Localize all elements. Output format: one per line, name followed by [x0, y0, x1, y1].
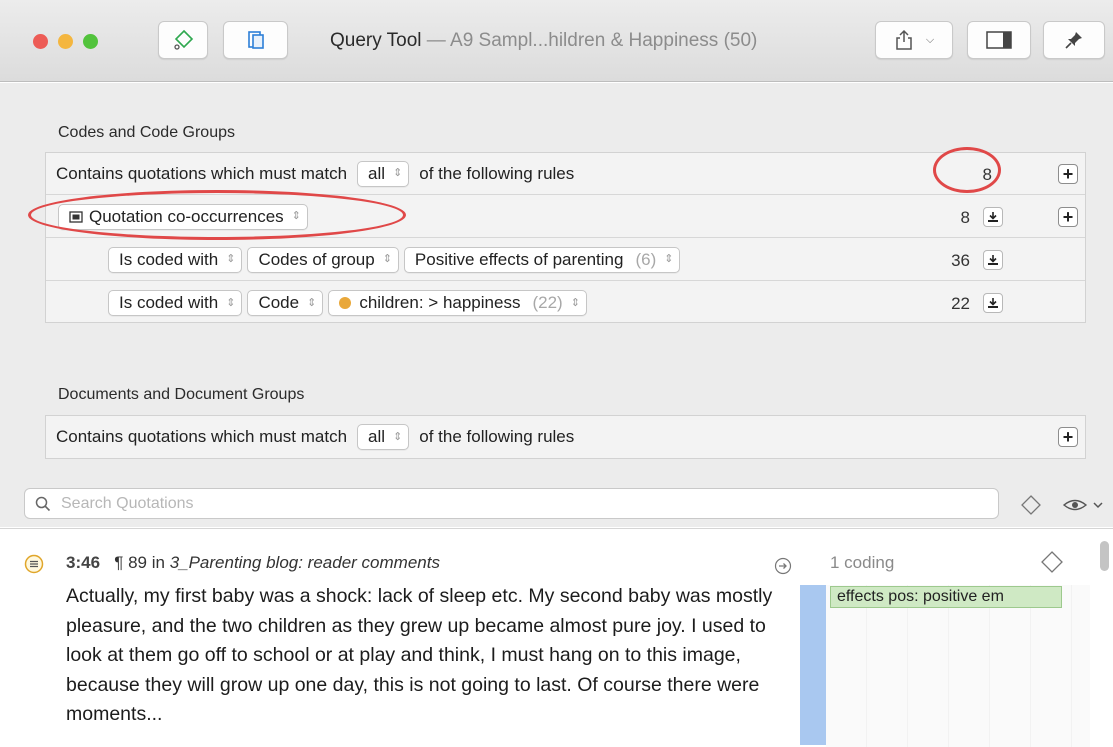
- condition-popup[interactable]: Is coded with ⇕: [108, 290, 243, 316]
- match-mode-popup[interactable]: all ⇕: [357, 160, 410, 187]
- code-color-dot-icon: [339, 297, 352, 309]
- window-title: Query Tool — A9 Sampl...hildren & Happin…: [330, 30, 757, 52]
- codes-section-title: Codes and Code Groups: [58, 124, 235, 141]
- title-bar: Query Tool — A9 Sampl...hildren & Happin…: [0, 0, 1113, 82]
- export-icon: [988, 298, 998, 308]
- condition-value: Is coded with: [119, 249, 219, 269]
- window-title-subtitle: — A9 Sampl...hildren & Happiness (50): [421, 30, 758, 51]
- rule-prefix: Contains quotations which must match: [56, 163, 348, 183]
- value-count: (22): [532, 293, 563, 312]
- minimize-window-button[interactable]: [58, 34, 73, 49]
- popup-arrows-icon: ⇕: [570, 296, 580, 309]
- popup-arrows-icon: ⇕: [393, 167, 403, 179]
- search-field[interactable]: [24, 488, 999, 519]
- go-to-quotation-icon[interactable]: [774, 557, 792, 575]
- quotation-text: Actually, my first baby was a shock: lac…: [66, 585, 773, 725]
- scrollbar-thumb[interactable]: [1100, 541, 1109, 571]
- header-rule-count: 8: [982, 165, 992, 184]
- operator-count: 8: [960, 208, 970, 227]
- value-popup[interactable]: Positive effects of parenting (6) ⇕: [403, 246, 681, 273]
- plus-icon: +: [1062, 164, 1074, 184]
- share-button[interactable]: ⌵: [875, 21, 953, 59]
- documents-header-rule: Contains quotations which must match all…: [46, 416, 1085, 458]
- target-popup[interactable]: Code ⇕: [247, 290, 324, 316]
- code-filter-diamond-icon[interactable]: [1020, 494, 1042, 516]
- rule-suffix: of the following rules: [419, 163, 575, 183]
- match-mode-value: all: [368, 163, 386, 183]
- codes-rule-box: Contains quotations which must match all…: [45, 152, 1086, 323]
- match-mode-value: all: [368, 427, 386, 446]
- documents-section-title: Documents and Document Groups: [58, 386, 305, 403]
- documents-rule-box: Contains quotations which must match all…: [45, 415, 1086, 459]
- operator-popup[interactable]: Quotation co-occurrences ⇕: [58, 203, 308, 230]
- export-icon: [988, 212, 998, 222]
- close-window-button[interactable]: [33, 34, 48, 49]
- value-label: Positive effects of parenting: [414, 249, 624, 269]
- value-popup[interactable]: children: > happiness (22) ⇕: [328, 290, 587, 316]
- code-tag[interactable]: effects pos: positive em: [830, 586, 1062, 608]
- documents-tool-button[interactable]: [223, 21, 288, 59]
- view-options-eye-icon[interactable]: [1062, 496, 1108, 514]
- pin-button[interactable]: [1043, 21, 1105, 59]
- code-diamond-icon: [174, 29, 194, 50]
- export-icon: [988, 255, 998, 265]
- coding-count: 1 coding: [830, 553, 895, 572]
- popup-arrows-icon: ⇕: [291, 210, 301, 222]
- chevron-down-icon: ⌵: [925, 33, 935, 46]
- quotation-margin-bar[interactable]: [800, 585, 826, 745]
- rule-count: 36: [951, 251, 970, 270]
- margin-area: [826, 585, 1090, 747]
- export-results-button[interactable]: [983, 250, 1003, 270]
- add-code-diamond-icon[interactable]: [1040, 550, 1064, 574]
- share-icon: [896, 29, 912, 50]
- search-icon: [35, 496, 51, 511]
- plus-icon: +: [1062, 207, 1074, 227]
- popup-arrows-icon: ⇕: [226, 253, 236, 265]
- pin-icon: [1065, 32, 1082, 49]
- search-bar: [0, 483, 1113, 527]
- rule-suffix: of the following rules: [419, 427, 575, 446]
- condition-popup[interactable]: Is coded with ⇕: [108, 246, 243, 273]
- quotation-meta: 3:46 ¶ 89 in 3_Parenting blog: reader co…: [66, 553, 440, 573]
- value-count: (6): [635, 249, 657, 269]
- value-label: children: > happiness: [359, 293, 521, 312]
- add-document-rule-button[interactable]: +: [1058, 427, 1078, 447]
- codes-header-rule: Contains quotations which must match all…: [46, 153, 1085, 195]
- code-tool-button[interactable]: [158, 21, 208, 59]
- popup-arrows-icon: ⇕: [226, 296, 236, 309]
- quotation-results-list: 3:46 ¶ 89 in 3_Parenting blog: reader co…: [0, 528, 1113, 747]
- quotation-icon: [24, 554, 44, 574]
- condition-value: Is coded with: [119, 293, 219, 312]
- add-subrule-button[interactable]: +: [1058, 207, 1078, 227]
- paragraph-ref: 89 in: [128, 553, 165, 572]
- toggle-sidebar-button[interactable]: [967, 21, 1031, 59]
- zoom-window-button[interactable]: [83, 34, 98, 49]
- window-title-main: Query Tool: [330, 30, 422, 51]
- export-results-button[interactable]: [983, 207, 1003, 227]
- match-mode-popup[interactable]: all ⇕: [357, 424, 410, 450]
- rule-count: 22: [951, 294, 970, 313]
- export-results-button[interactable]: [983, 293, 1003, 313]
- search-input[interactable]: [59, 493, 959, 514]
- popup-arrows-icon: ⇕: [393, 430, 403, 443]
- operator-label: Quotation co-occurrences: [89, 206, 284, 226]
- sidebar-icon: [986, 31, 1012, 49]
- plus-icon: +: [1062, 427, 1074, 447]
- add-rule-button[interactable]: +: [1058, 164, 1078, 184]
- document-icon: [247, 31, 264, 49]
- document-name: 3_Parenting blog: reader comments: [169, 553, 440, 572]
- target-value: Code: [258, 293, 300, 312]
- rule-prefix: Contains quotations which must match: [56, 427, 348, 446]
- target-value: Codes of group: [258, 249, 375, 269]
- popup-arrows-icon: ⇕: [382, 253, 392, 265]
- popup-arrows-icon: ⇕: [307, 296, 317, 309]
- quotation-icon: [69, 210, 83, 223]
- target-popup[interactable]: Codes of group ⇕: [247, 246, 399, 273]
- paragraph-mark: ¶: [114, 553, 124, 572]
- quotation-id: 3:46: [66, 553, 101, 572]
- popup-arrows-icon: ⇕: [664, 253, 674, 265]
